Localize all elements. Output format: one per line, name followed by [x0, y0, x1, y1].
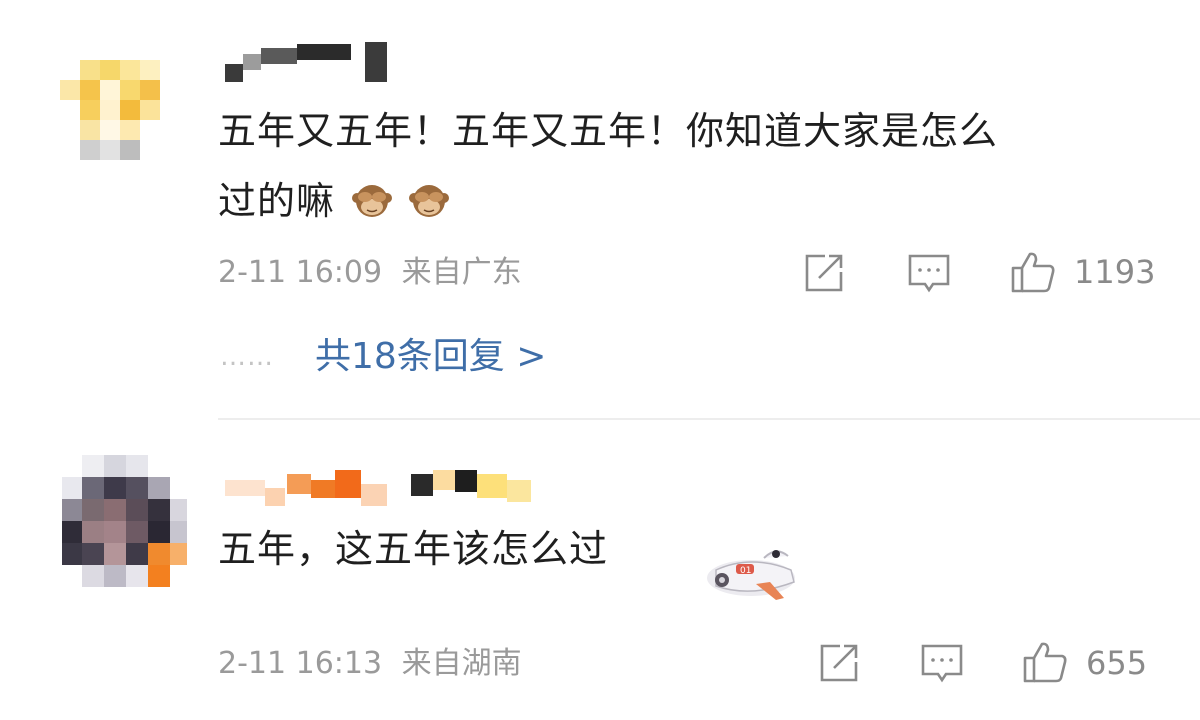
airplane-sticker-icon: 01: [696, 540, 806, 610]
comment-text: 五年又五年！五年又五年！你知道大家是怎么: [218, 109, 999, 153]
divider: [218, 418, 1200, 420]
share-icon[interactable]: [803, 252, 845, 298]
comment-text-tail: 过的嘛: [218, 179, 336, 223]
avatar[interactable]: [62, 455, 187, 595]
timestamp: 2-11 16:13: [218, 646, 383, 681]
svg-text:01: 01: [740, 566, 751, 576]
comment-icon[interactable]: [907, 252, 951, 300]
share-icon[interactable]: [818, 642, 860, 688]
comment-text: 五年，这五年该怎么过: [218, 527, 609, 571]
username[interactable]: [225, 466, 535, 510]
replies-dots: ……: [220, 342, 274, 372]
comment-meta: 2-11 16:09 来自广东: [218, 255, 522, 291]
username[interactable]: [225, 40, 395, 85]
like-count: 1193: [1074, 253, 1156, 291]
view-replies-link[interactable]: 共18条回复 >: [315, 335, 546, 379]
see-no-evil-monkey-icon: [352, 176, 393, 217]
see-no-evil-monkey-icon: [409, 176, 450, 217]
avatar[interactable]: [60, 60, 170, 170]
like-icon[interactable]: [1010, 250, 1056, 298]
location: 来自广东: [401, 255, 522, 290]
like-count: 655: [1086, 644, 1148, 682]
location: 来自湖南: [401, 646, 522, 681]
timestamp: 2-11 16:09: [218, 255, 383, 290]
comment-text-line2: 过的嘛: [218, 170, 450, 232]
comment-icon[interactable]: [920, 642, 964, 690]
like-icon[interactable]: [1022, 640, 1068, 688]
comment-meta: 2-11 16:13 来自湖南: [218, 646, 522, 682]
